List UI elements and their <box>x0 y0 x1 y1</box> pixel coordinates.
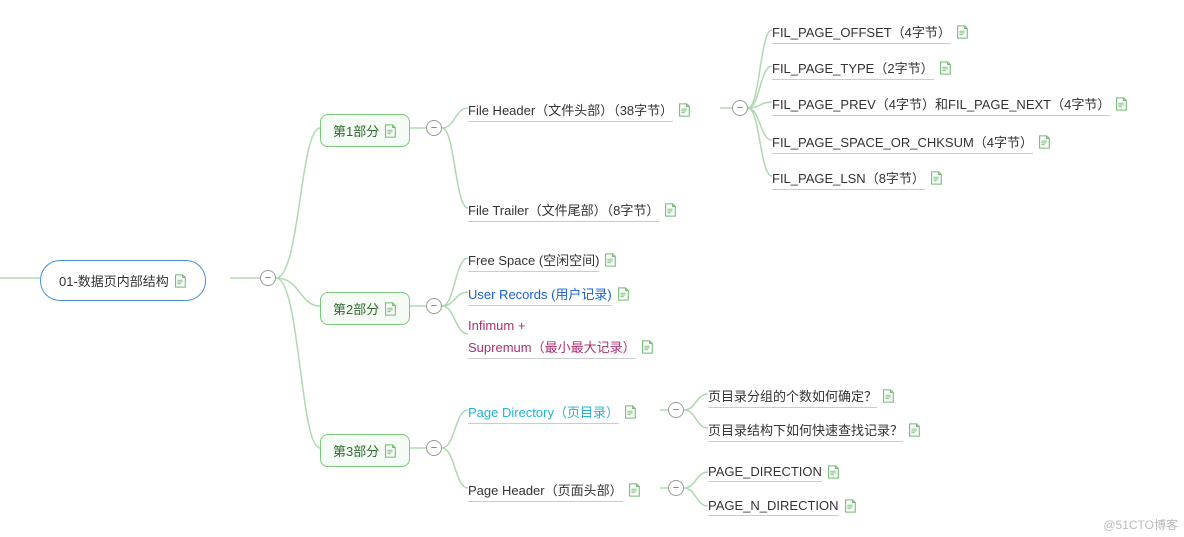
section-2[interactable]: 第2部分 <box>320 292 410 325</box>
root-label: 01-数据页内部结构 <box>59 271 169 290</box>
fh-child-2[interactable]: FIL_PAGE_PREV（4字节）和FIL_PAGE_NEXT（4字节） <box>772 92 1128 116</box>
ph-child-1[interactable]: PAGE_N_DIRECTION <box>708 496 857 516</box>
section-1[interactable]: 第1部分 <box>320 114 410 147</box>
note-icon <box>826 465 840 479</box>
section-1-label: 第1部分 <box>333 121 379 140</box>
note-icon <box>623 405 637 419</box>
collapse-toggle-root[interactable]: − <box>260 270 276 286</box>
pd-child-0[interactable]: 页目录分组的个数如何确定？ <box>708 384 895 408</box>
note-icon <box>383 302 397 316</box>
fh-child-1[interactable]: FIL_PAGE_TYPE（2字节） <box>772 56 952 80</box>
note-icon <box>907 423 921 437</box>
free-space-node[interactable]: Free Space (空闲空间) <box>468 248 617 272</box>
note-icon <box>1114 97 1128 111</box>
root-node[interactable]: 01-数据页内部结构 <box>40 260 206 301</box>
file-trailer-label: File Trailer（文件尾部）（8字节） <box>468 198 659 222</box>
fh-child-0[interactable]: FIL_PAGE_OFFSET（4字节） <box>772 20 969 44</box>
ph-child-0[interactable]: PAGE_DIRECTION <box>708 462 840 482</box>
note-icon <box>929 171 943 185</box>
section-2-label: 第2部分 <box>333 299 379 318</box>
fh-child-3[interactable]: FIL_PAGE_SPACE_OR_CHKSUM（4字节） <box>772 130 1051 154</box>
watermark: @51CTO博客 <box>1103 516 1178 533</box>
user-records-node[interactable]: User Records (用户记录) <box>468 282 630 306</box>
file-header-node[interactable]: File Header（文件头部）（38字节） <box>468 98 691 122</box>
file-trailer-node[interactable]: File Trailer（文件尾部）（8字节） <box>468 198 677 222</box>
collapse-toggle-s2[interactable]: − <box>426 298 442 314</box>
note-icon <box>383 444 397 458</box>
note-icon <box>677 103 691 117</box>
note-icon <box>603 253 617 267</box>
note-icon <box>881 389 895 403</box>
note-icon <box>640 340 654 354</box>
section-3[interactable]: 第3部分 <box>320 434 410 467</box>
collapse-toggle-s3[interactable]: − <box>426 440 442 456</box>
fh-child-4[interactable]: FIL_PAGE_LSN（8字节） <box>772 166 943 190</box>
note-icon <box>938 61 952 75</box>
collapse-toggle-fh[interactable]: − <box>732 100 748 116</box>
collapse-toggle-ph[interactable]: − <box>668 480 684 496</box>
note-icon <box>627 483 641 497</box>
note-icon <box>1037 135 1051 149</box>
collapse-toggle-s1[interactable]: − <box>426 120 442 136</box>
section-3-label: 第3部分 <box>333 441 379 460</box>
note-icon <box>663 203 677 217</box>
note-icon <box>843 499 857 513</box>
note-icon <box>383 124 397 138</box>
note-icon <box>955 25 969 39</box>
page-header-node[interactable]: Page Header（页面头部） <box>468 478 641 502</box>
pd-child-1[interactable]: 页目录结构下如何快速查找记录？ <box>708 418 921 442</box>
infimum-node[interactable]: Infimum + Supremum（最小最大记录） <box>468 316 654 359</box>
page-directory-node[interactable]: Page Directory（页目录） <box>468 400 637 424</box>
file-header-label: File Header（文件头部）（38字节） <box>468 98 673 122</box>
collapse-toggle-pd[interactable]: − <box>668 402 684 418</box>
note-icon <box>616 287 630 301</box>
note-icon <box>173 274 187 288</box>
